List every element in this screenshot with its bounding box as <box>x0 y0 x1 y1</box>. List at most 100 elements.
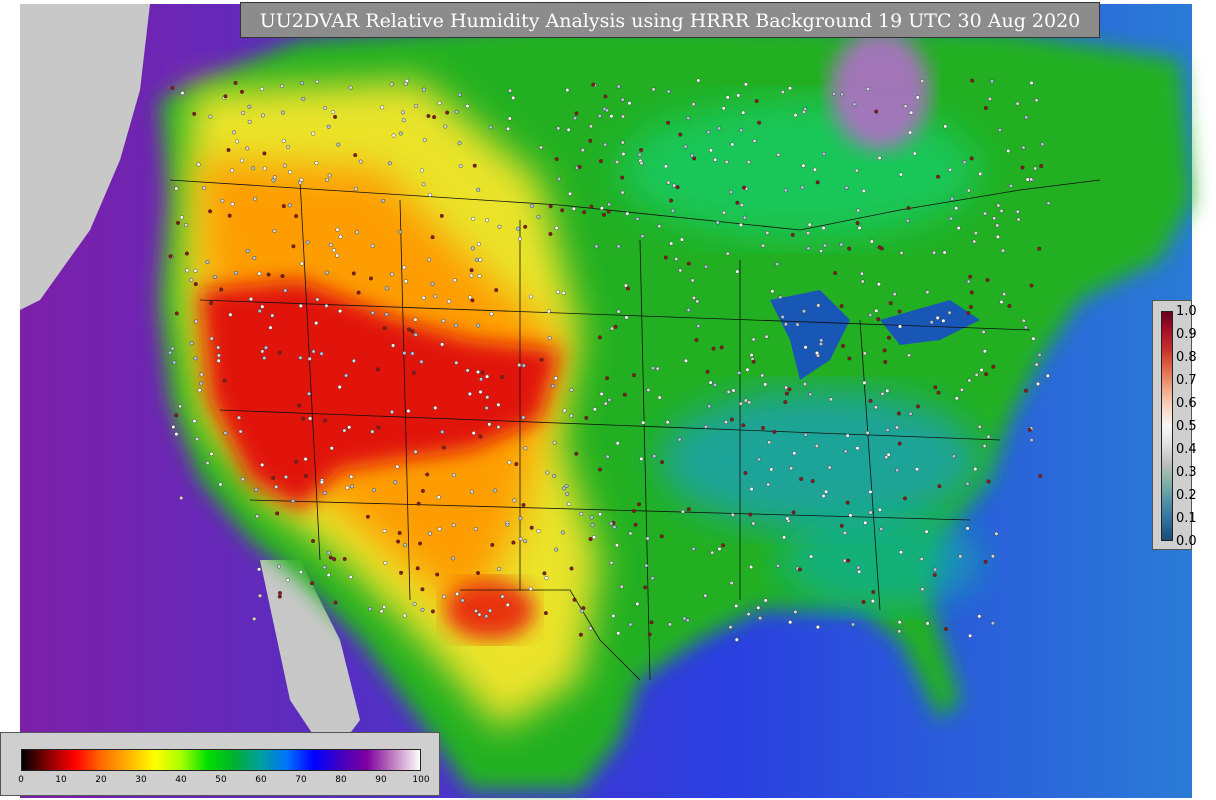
station-dot <box>458 163 463 168</box>
station-dot <box>554 225 559 230</box>
station-dot <box>956 226 961 231</box>
station-dot <box>932 573 937 578</box>
station-dot <box>666 120 671 125</box>
qc-tick-label: 0.5 <box>1176 419 1197 434</box>
station-dot <box>729 417 734 422</box>
station-dot <box>802 382 807 387</box>
station-dot <box>907 353 912 358</box>
station-dot <box>383 560 388 565</box>
station-dot <box>1001 248 1006 253</box>
station-dot <box>876 317 881 322</box>
station-dot <box>725 95 730 100</box>
station-dot <box>209 301 214 306</box>
station-dot <box>886 335 891 340</box>
station-dot <box>607 397 612 402</box>
station-dot <box>848 513 853 518</box>
station-dot <box>742 185 747 190</box>
station-dot <box>737 370 742 375</box>
station-dot <box>747 400 752 405</box>
station-dot <box>985 278 990 283</box>
station-dot <box>485 395 490 400</box>
station-dot <box>323 418 328 423</box>
station-dot <box>757 457 762 462</box>
station-dot <box>791 510 796 515</box>
station-dot <box>333 600 338 605</box>
station-dot <box>666 180 671 185</box>
station-dot <box>454 109 459 114</box>
station-dot <box>695 299 700 304</box>
station-dot <box>370 310 375 315</box>
station-dot <box>430 609 435 614</box>
station-dot <box>879 527 884 532</box>
station-dot <box>455 591 460 596</box>
station-dot <box>471 216 476 221</box>
station-dot <box>841 343 846 348</box>
station-dot <box>897 309 902 314</box>
station-dot <box>888 301 893 306</box>
station-dot <box>480 370 485 375</box>
station-dot <box>877 507 882 512</box>
station-dot <box>682 616 687 621</box>
station-dot <box>920 79 925 84</box>
station-dot <box>477 612 482 617</box>
station-dot <box>301 96 306 101</box>
station-dot <box>828 397 833 402</box>
station-dot <box>775 262 780 267</box>
station-dot <box>582 210 587 215</box>
station-dot <box>728 625 733 630</box>
station-dot <box>797 567 802 572</box>
station-dot <box>196 162 201 167</box>
station-dot <box>353 153 358 158</box>
station-dot <box>730 512 735 517</box>
station-dot <box>543 611 548 616</box>
station-dot <box>512 498 517 503</box>
station-dot <box>717 126 722 131</box>
station-dot <box>248 297 253 302</box>
station-dot <box>992 216 997 221</box>
station-dot <box>855 446 860 451</box>
station-dot <box>908 130 913 135</box>
station-dot <box>757 120 762 125</box>
station-dot <box>441 318 446 323</box>
station-dot <box>885 388 890 393</box>
station-dot <box>1029 283 1034 288</box>
station-dot <box>897 629 902 634</box>
station-dot <box>194 319 199 324</box>
station-dot <box>620 175 625 180</box>
station-dot <box>399 570 404 575</box>
station-dot <box>419 359 424 364</box>
station-dot <box>856 565 861 570</box>
station-dot <box>686 116 691 121</box>
station-dot <box>1046 201 1051 206</box>
station-dot <box>741 423 746 428</box>
station-dot <box>342 428 347 433</box>
station-dot <box>336 142 341 147</box>
station-dot <box>651 87 656 92</box>
station-dot <box>620 190 625 195</box>
station-dot <box>871 590 876 595</box>
station-dot <box>743 471 748 476</box>
station-dot <box>621 114 626 119</box>
station-dot <box>870 599 875 604</box>
station-dot <box>734 603 739 608</box>
station-dot <box>411 370 416 375</box>
station-dot <box>845 500 850 505</box>
station-dot <box>286 144 291 149</box>
station-dot <box>783 188 788 193</box>
station-dot <box>433 294 438 299</box>
station-dot <box>879 246 884 251</box>
station-dot <box>906 206 911 211</box>
station-dot <box>683 144 688 149</box>
station-dot <box>969 156 974 161</box>
station-dot <box>860 279 865 284</box>
station-dot <box>862 380 867 385</box>
station-dot <box>384 312 389 317</box>
station-dot <box>821 151 826 156</box>
station-dot <box>819 338 824 343</box>
station-dot <box>844 185 849 190</box>
station-dot <box>793 609 798 614</box>
station-dot <box>391 133 396 138</box>
station-dot <box>421 182 426 187</box>
station-dot <box>874 308 879 313</box>
station-dot <box>511 540 516 545</box>
